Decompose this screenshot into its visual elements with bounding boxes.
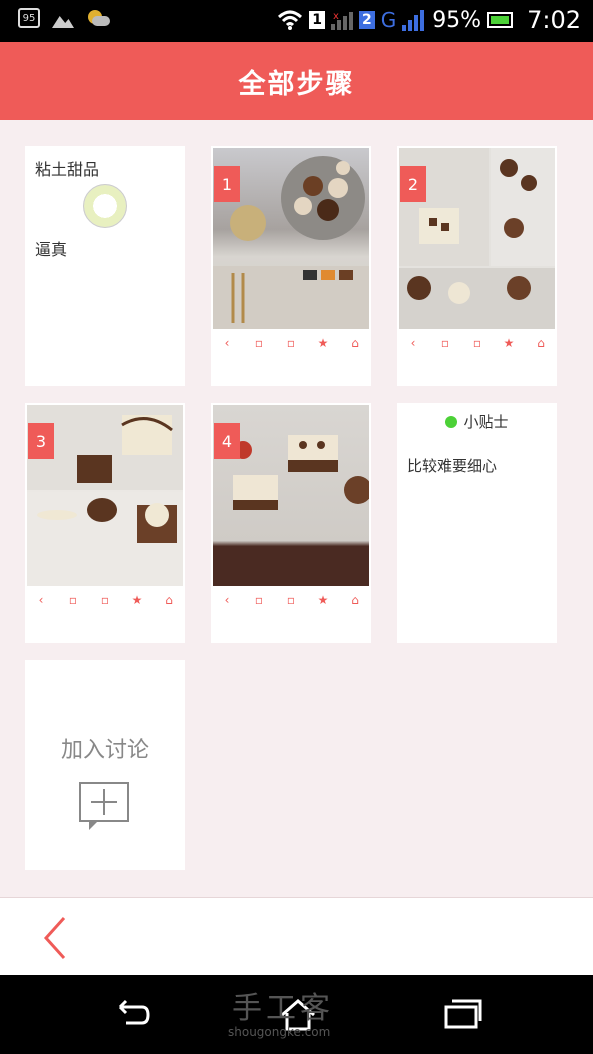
battery-icon <box>487 12 514 28</box>
step-card-2[interactable]: 2 ‹ ▫ ▫ ★ ⌂ <box>397 146 557 386</box>
sim2-signal-icon <box>402 10 425 31</box>
watermark-logo: 手工客 <box>232 991 334 1026</box>
share-icon: ⌂ <box>351 336 359 350</box>
watermark-url: shougongke.com <box>228 1025 331 1039</box>
tips-title: 小贴士 <box>463 413 509 431</box>
project-subtitle: 逼真 <box>35 240 68 259</box>
notification-count-icon: 95 <box>18 8 40 28</box>
battery-percent: 95% <box>432 7 482 33</box>
clock: 7:02 <box>527 6 581 34</box>
share-icon: ⌂ <box>165 593 173 607</box>
step-number-badge: 3 <box>28 423 54 459</box>
star-icon: ★ <box>131 593 143 607</box>
step-toolbar: ‹ ▫ ▫ ★ ⌂ <box>211 593 371 607</box>
header-bar: 全部步骤 <box>0 42 593 120</box>
join-discussion-label: 加入讨论 <box>60 738 149 763</box>
weather-icon <box>86 8 110 28</box>
sim1-signal-icon: x <box>330 11 353 30</box>
tips-body: 比较难要细心 <box>407 457 498 475</box>
back-icon: ‹ <box>224 593 230 607</box>
step-number-badge: 4 <box>214 423 240 459</box>
star-icon: ★ <box>503 336 515 350</box>
step-card-1[interactable]: 1 ‹ ▫ ▫ ★ ⌂ <box>211 146 371 386</box>
step-icon: ▫ <box>472 336 482 350</box>
author-avatar[interactable] <box>83 184 127 228</box>
sim2-badge: 2 <box>358 11 375 29</box>
step-icon: ▫ <box>286 593 296 607</box>
add-comment-icon-tail <box>89 820 99 830</box>
step-toolbar: ‹ ▫ ▫ ★ ⌂ <box>397 336 557 350</box>
intro-card[interactable]: 粘土甜品 逼真 <box>25 146 185 386</box>
project-title: 粘土甜品 <box>35 160 100 179</box>
tips-card[interactable]: 小贴士 比较难要细心 <box>397 403 557 643</box>
back-icon: ‹ <box>410 336 416 350</box>
back-icon: ‹ <box>224 336 230 350</box>
share-icon: ⌂ <box>537 336 545 350</box>
system-nav-bar: 手工客 shougongke.com <box>0 975 593 1054</box>
join-discussion-card[interactable]: 加入讨论 <box>25 660 185 870</box>
wifi-icon <box>278 10 303 30</box>
network-type: G <box>380 8 397 32</box>
step-toolbar: ‹ ▫ ▫ ★ ⌂ <box>211 336 371 350</box>
status-bar: 95 1 x 2 G 95% 7:02 <box>0 0 593 42</box>
step-icon: ▫ <box>286 336 296 350</box>
comment-icon: ▫ <box>254 593 264 607</box>
comment-icon: ▫ <box>68 593 78 607</box>
tips-heading: 小贴士 <box>397 411 557 432</box>
system-recent-apps-icon[interactable] <box>442 997 482 1031</box>
step-number-badge: 1 <box>214 166 240 202</box>
step-number-badge: 2 <box>400 166 426 202</box>
page-title: 全部步骤 <box>238 68 355 100</box>
star-icon: ★ <box>317 593 329 607</box>
step-icon: ▫ <box>100 593 110 607</box>
system-back-icon[interactable] <box>112 997 152 1031</box>
image-notification-icon <box>52 16 74 28</box>
share-icon: ⌂ <box>351 593 359 607</box>
back-icon: ‹ <box>38 593 44 607</box>
svg-text:x: x <box>333 11 339 22</box>
bottom-bar <box>0 897 593 976</box>
add-comment-icon <box>79 782 129 822</box>
back-arrow-icon[interactable] <box>40 916 80 960</box>
sim1-badge: 1 <box>309 11 325 29</box>
star-icon: ★ <box>317 336 329 350</box>
step-toolbar: ‹ ▫ ▫ ★ ⌂ <box>25 593 185 607</box>
step-card-3[interactable]: 3 ‹ ▫ ▫ ★ ⌂ <box>25 403 185 643</box>
comment-icon: ▫ <box>254 336 264 350</box>
comment-icon: ▫ <box>440 336 450 350</box>
step-card-4[interactable]: 4 ‹ ▫ ▫ ★ ⌂ <box>211 403 371 643</box>
tip-dot-icon <box>445 415 458 428</box>
